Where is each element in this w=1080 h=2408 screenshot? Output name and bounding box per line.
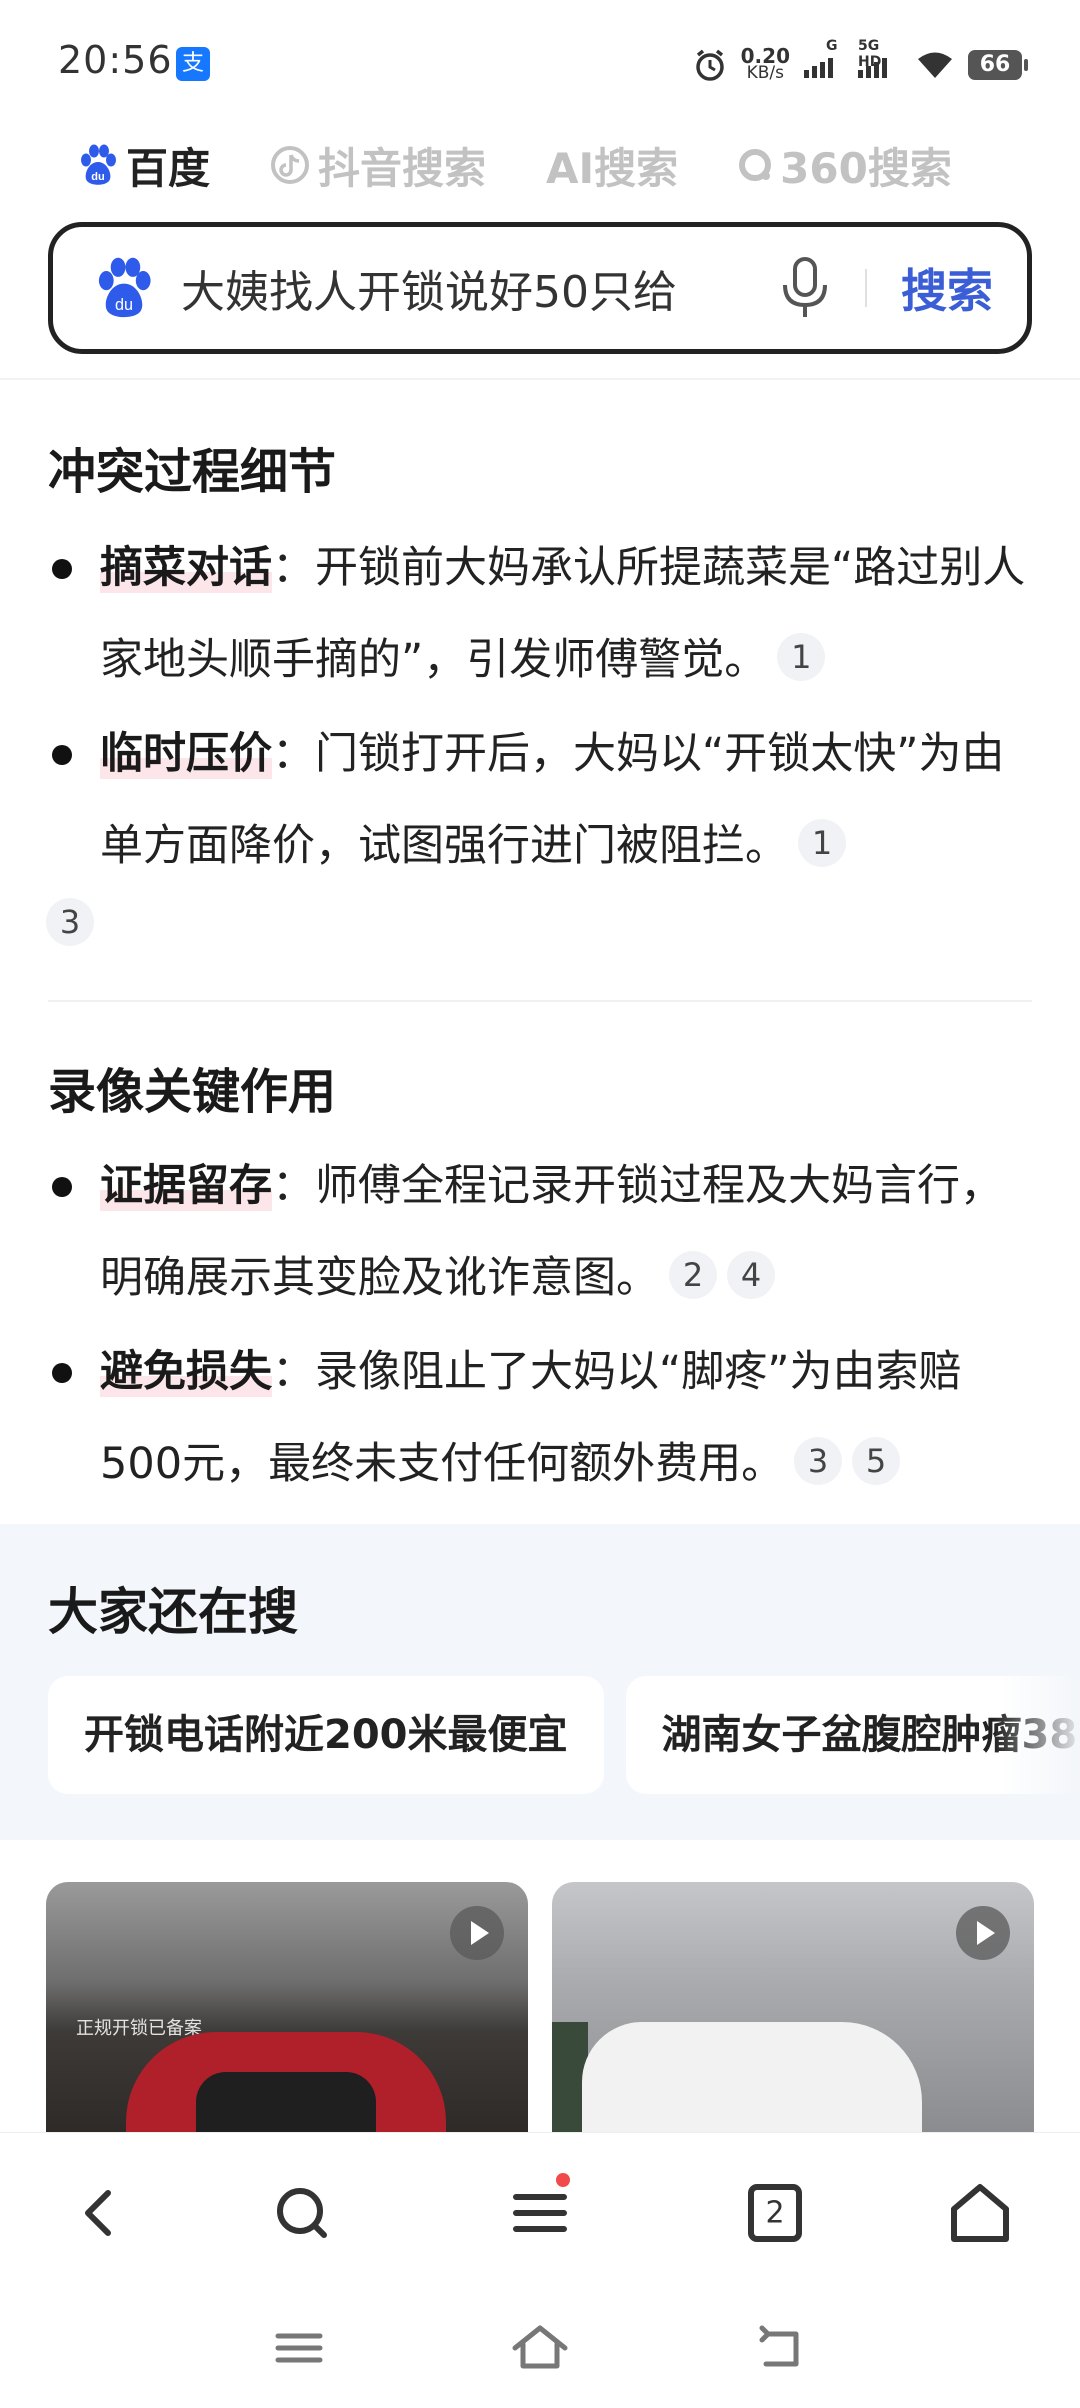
related-search-chips: 开锁电话附近200米最便宜 湖南女子盆腹腔肿瘤38 (48, 1676, 1080, 1794)
menu-icon (513, 2194, 567, 2232)
alarm-icon (695, 49, 724, 81)
baidu-paw-icon: du (81, 144, 116, 185)
citation-badge[interactable]: 1 (777, 633, 826, 681)
search-divider (865, 269, 867, 307)
keyword: 临时压价 (100, 729, 272, 779)
section-title: 录像关键作用 (48, 1064, 337, 1120)
bullet-dot (52, 1363, 72, 1383)
section-title: 冲突过程细节 (48, 444, 337, 500)
browser-bottom-nav: 2 (0, 2132, 1080, 2292)
system-navigation-bar (0, 2292, 1080, 2408)
system-menu-button[interactable] (264, 2312, 334, 2382)
status-icons: 0.20 KB/s G 5G HD 66 (693, 38, 1028, 90)
play-icon (956, 1906, 1010, 1960)
svg-text:du: du (115, 296, 133, 314)
related-search-chip[interactable]: 开锁电话附近200米最便宜 (48, 1676, 604, 1794)
video-card[interactable]: 正规开锁已备案 (46, 1882, 528, 2132)
tab-360-search[interactable]: 360搜索 (738, 135, 952, 196)
related-searches-title: 大家还在搜 (48, 1583, 298, 1641)
play-icon (450, 1906, 504, 1960)
list-item: 临时压价：门锁打开后，大妈以“开锁太快”为由单方面降价，试图强行进门被阻拦。 1 (48, 708, 1032, 892)
citation-badge[interactable]: 3 (46, 898, 94, 946)
home-icon (951, 2184, 1009, 2242)
citation-row: 3 (46, 898, 1030, 946)
keyword: 证据留存 (100, 1161, 272, 1211)
video-overlay-text: 正规开锁已备案 (76, 2018, 202, 2039)
tab-ai-search[interactable]: AI搜索 (546, 135, 678, 196)
system-back-button[interactable] (746, 2312, 816, 2382)
search-icon (277, 2188, 327, 2238)
video-thumbnail-car (582, 2022, 922, 2132)
list-item: 证据留存：师傅全程记录开锁过程及大妈言行，明确展示其变脸及讹诈意图。 2 4 (48, 1140, 1032, 1324)
list-item: 避免损失：录像阻止了大妈以“脚疼”为由索赔500元，最终未支付任何额外费用。 3 5 (48, 1326, 1032, 1510)
home-outline-icon (512, 2325, 568, 2369)
back-arrow-icon (85, 2190, 111, 2236)
search-input[interactable]: 大姨找人开锁说好50只给 (181, 256, 757, 320)
tab-baidu-label: 百度 (126, 143, 211, 193)
status-time: 20:56 (58, 38, 173, 82)
search-engine-tabs: du 百度 抖音搜索 AI搜索 360搜索 (78, 130, 1040, 200)
citation-badge[interactable]: 4 (727, 1251, 775, 1299)
menu-button[interactable] (500, 2173, 580, 2253)
search-box[interactable]: du 大姨找人开锁说好50只给 搜索 (48, 222, 1032, 354)
bullet-dot (52, 1177, 72, 1197)
tab-ai-label: AI搜索 (546, 143, 679, 193)
video-card[interactable] (552, 1882, 1034, 2132)
tab-360-label: 360搜索 (780, 143, 952, 193)
baidu-logo-icon: du (98, 257, 151, 318)
microphone-icon[interactable] (775, 253, 835, 323)
status-bar: 20:56 支 0.20 KB/s G 5G HD 66 (0, 0, 1080, 120)
home-button[interactable] (940, 2173, 1020, 2253)
back-return-icon (759, 2325, 799, 2367)
notification-dot (556, 2173, 570, 2187)
360-icon (739, 149, 772, 181)
header-divider (0, 378, 1080, 380)
section-divider (48, 1000, 1032, 1002)
citation-badge[interactable]: 2 (669, 1251, 717, 1299)
bullet-dot (52, 745, 72, 765)
search-button[interactable]: 搜索 (901, 255, 993, 321)
related-searches: 大家还在搜 开锁电话附近200米最便宜 湖南女子盆腹腔肿瘤38 (0, 1524, 1080, 1840)
wifi-icon (918, 52, 952, 78)
citation-badge[interactable]: 3 (794, 1437, 843, 1485)
keyword: 摘菜对话 (100, 543, 272, 593)
douyin-icon (271, 146, 310, 184)
search-nav-button[interactable] (262, 2173, 342, 2253)
network-speed: 0.20 KB/s (740, 44, 790, 83)
tab-douyin-search[interactable]: 抖音搜索 (270, 135, 486, 196)
video-thumbnail-object (196, 2072, 376, 2132)
section-video-role: 录像关键作用 (48, 1052, 1032, 1122)
menu-lines-icon (275, 2333, 323, 2363)
tab-baidu[interactable]: du 百度 (78, 135, 210, 196)
alipay-notification-icon: 支 (176, 47, 210, 81)
tab-count: 2 (765, 2195, 785, 2231)
citation-badge[interactable]: 1 (798, 819, 846, 867)
battery-icon: 66 (968, 50, 1028, 80)
citation-badge[interactable]: 5 (852, 1437, 901, 1485)
back-button[interactable] (60, 2173, 140, 2253)
section-conflict-details: 冲突过程细节 (48, 432, 1032, 502)
system-home-button[interactable] (505, 2312, 575, 2382)
svg-text:du: du (91, 171, 104, 183)
bullet-dot (52, 559, 72, 579)
list-item: 摘菜对话：开锁前大妈承认所提蔬菜是“路过别人家地头顺手摘的”，引发师傅警觉。 1 (48, 522, 1032, 706)
tab-douyin-label: 抖音搜索 (318, 143, 487, 193)
signal-sim1-icon: G (804, 38, 844, 78)
keyword: 避免损失 (100, 1347, 272, 1397)
tabs-button[interactable]: 2 (735, 2173, 815, 2253)
signal-sim2-icon: 5G HD (858, 38, 902, 78)
related-search-chip[interactable]: 湖南女子盆腹腔肿瘤38 (625, 1676, 1080, 1794)
